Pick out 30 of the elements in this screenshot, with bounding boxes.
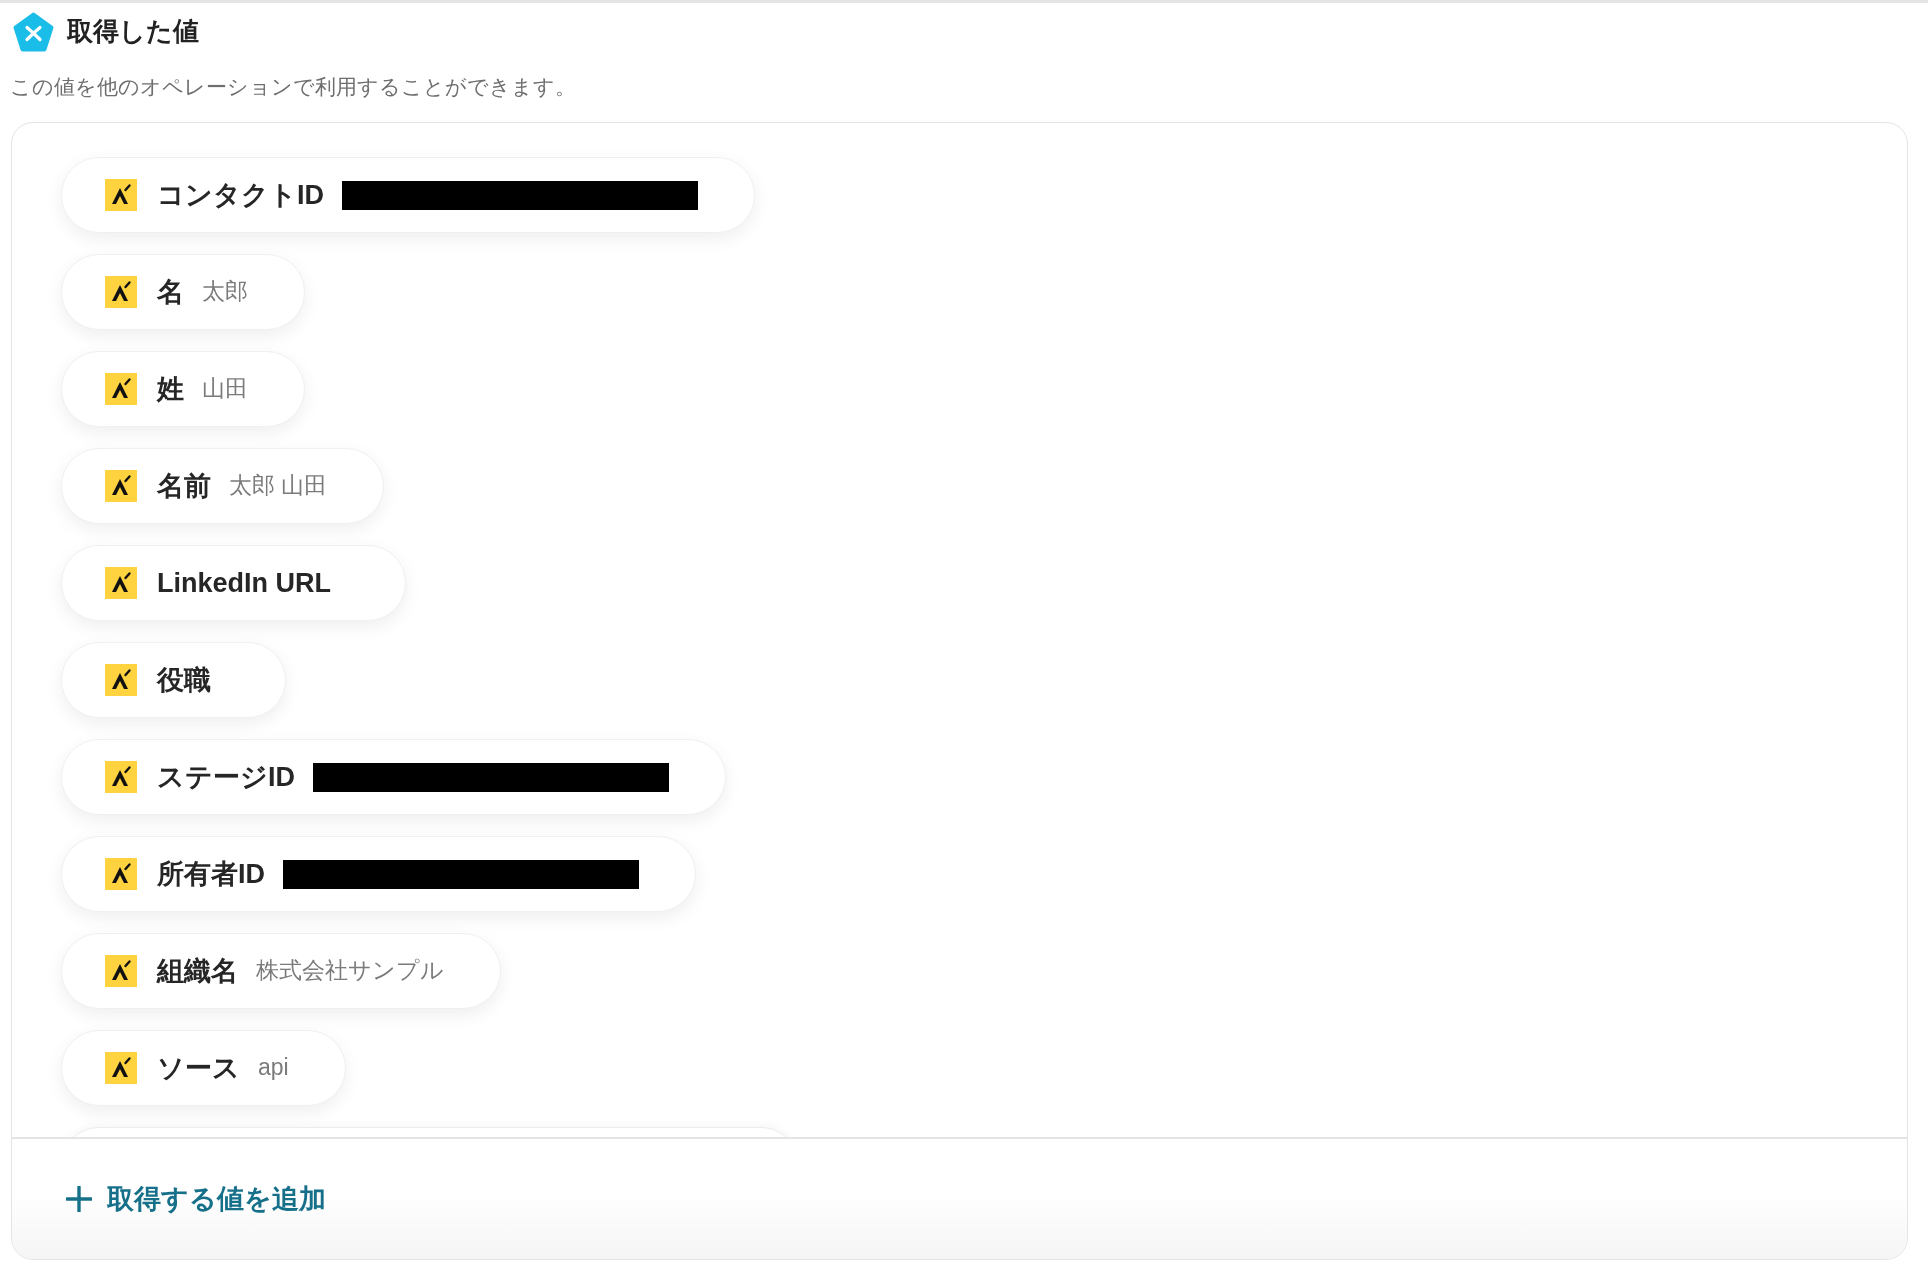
- logo-tile-icon: [105, 858, 137, 890]
- value-label: 役職: [157, 663, 211, 697]
- value-label: 所有者ID: [157, 857, 265, 891]
- section-description: この値を他のオペレーションで利用することができます。: [10, 74, 577, 100]
- logo-tile-icon: [105, 664, 137, 696]
- value-text: 山田: [202, 375, 248, 403]
- logo-tile-icon: [105, 761, 137, 793]
- value-label: ステージID: [157, 760, 295, 794]
- logo-tile-icon: [105, 470, 137, 502]
- pentagon-logo-icon: [13, 12, 54, 52]
- logo-tile-icon: [105, 1052, 137, 1084]
- value-label: 姓: [157, 372, 184, 406]
- value-label: 名: [157, 275, 184, 309]
- logo-tile-icon: [105, 373, 137, 405]
- value-label: 名前: [157, 469, 211, 503]
- value-label: LinkedIn URL: [157, 566, 331, 600]
- value-text: api: [258, 1054, 289, 1082]
- value-text: 太郎 山田: [229, 472, 328, 500]
- value-label: 組織名: [157, 954, 238, 988]
- logo-tile-icon: [105, 276, 137, 308]
- logo-tile-icon: [105, 955, 137, 987]
- value-text: 太郎: [202, 278, 248, 306]
- logo-tile-icon: [105, 179, 137, 211]
- plus-icon: [66, 1186, 92, 1212]
- value-label: ソース: [157, 1051, 240, 1085]
- section-title: 取得した値: [67, 16, 199, 48]
- add-value-button[interactable]: 取得する値を追加: [66, 1179, 326, 1219]
- value-text: 株式会社サンプル: [256, 957, 444, 985]
- logo-tile-icon: [105, 567, 137, 599]
- value-label: コンタクトID: [157, 178, 324, 212]
